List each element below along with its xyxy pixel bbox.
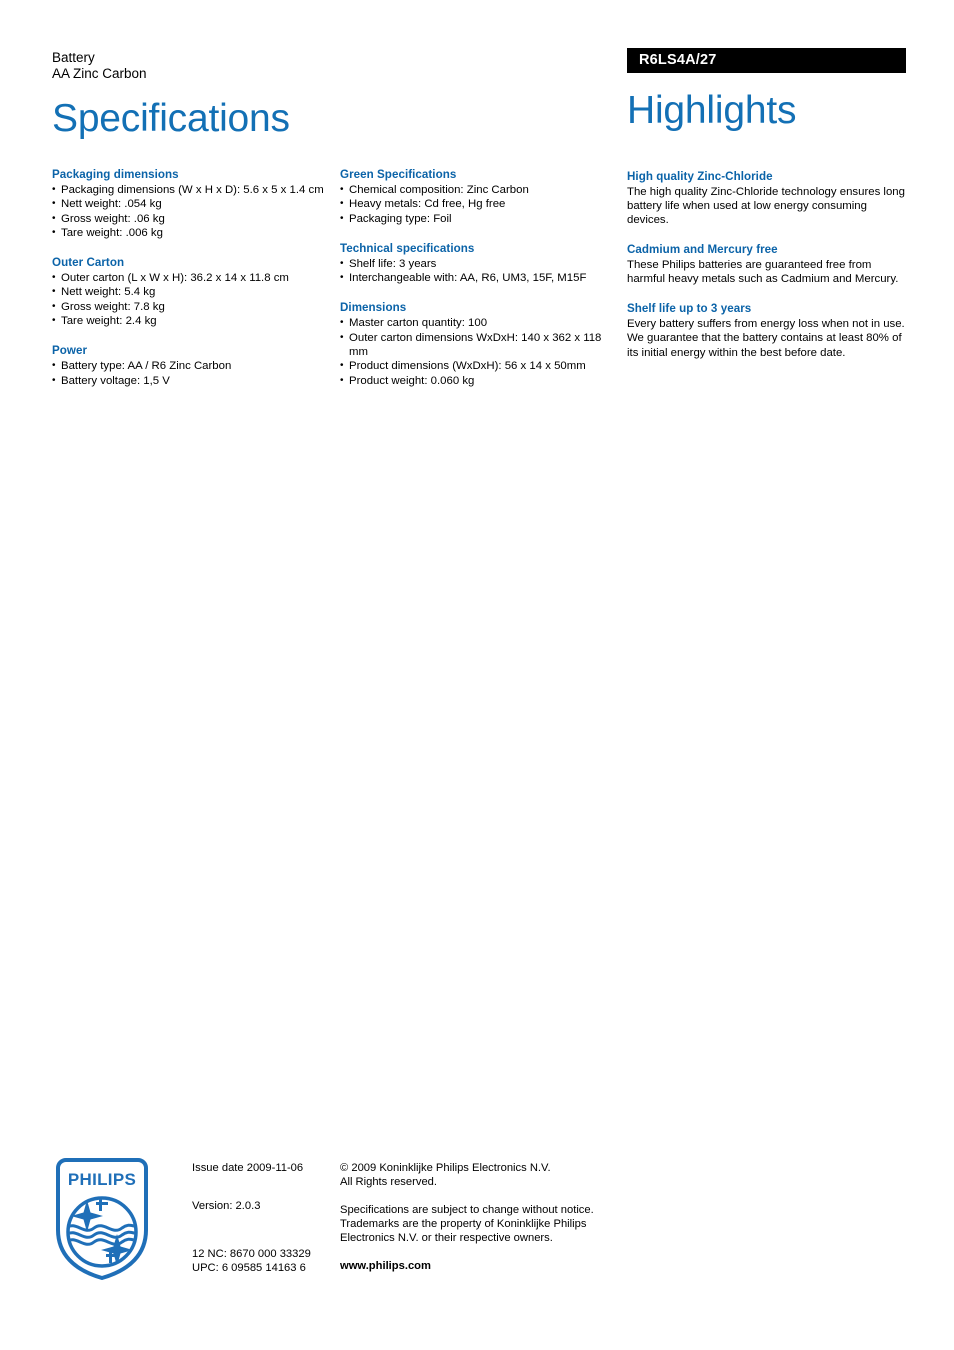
- list-item: Shelf life: 3 years: [340, 257, 615, 272]
- list-item: Nett weight: 5.4 kg: [52, 285, 327, 300]
- spec-section-power: Power Battery type: AA / R6 Zinc Carbon …: [52, 344, 327, 388]
- issue-date: Issue date 2009-11-06: [192, 1162, 304, 1174]
- website-link[interactable]: www.philips.com: [340, 1259, 610, 1273]
- specification-sheet-page: Battery AA Zinc Carbon Specifications R6…: [0, 0, 954, 1350]
- highlight-title: Cadmium and Mercury free: [627, 243, 778, 257]
- section-title: Green Specifications: [340, 168, 457, 181]
- spec-item-list: Shelf life: 3 years Interchangeable with…: [340, 257, 615, 286]
- highlight-shelf-life-up-to-3-years: Shelf life up to 3 years Every battery s…: [627, 302, 907, 359]
- product-subtitle: AA Zinc Carbon: [52, 66, 147, 81]
- spec-section-technical-specifications: Technical specifications Shelf life: 3 y…: [340, 242, 615, 286]
- spec-section-packaging-dimensions: Packaging dimensions Packaging dimension…: [52, 168, 327, 240]
- spec-section-dimensions: Dimensions Master carton quantity: 100 O…: [340, 301, 615, 389]
- wave-line-2: [69, 1230, 135, 1239]
- version: Version: 2.0.3: [192, 1200, 261, 1212]
- philips-logo: PHILIPS: [54, 1158, 150, 1281]
- list-item: Outer carton (L x W x H): 36.2 x 14 x 11…: [52, 271, 327, 286]
- spec-item-list: Chemical composition: Zinc Carbon Heavy …: [340, 183, 615, 226]
- upc-code: UPC: 6 09585 14163 6: [192, 1262, 306, 1274]
- footer-meta-column: Issue date 2009-11-06 Version: 2.0.3 12 …: [192, 1161, 332, 1275]
- highlight-body: Every battery suffers from energy loss w…: [627, 317, 905, 359]
- section-title: Packaging dimensions: [52, 168, 179, 181]
- list-item: Product dimensions (WxDxH): 56 x 14 x 50…: [340, 359, 615, 374]
- footer: PHILIPS Issue date 2009-11-06 Version: 2…: [0, 1155, 954, 1295]
- highlight-high-quality-zinc-chloride: High quality Zinc-Chloride The high qual…: [627, 170, 907, 227]
- highlight-cadmium-and-mercury-free: Cadmium and Mercury free These Philips b…: [627, 243, 907, 286]
- list-item: Tare weight: 2.4 kg: [52, 314, 327, 329]
- copyright-line-2: All Rights reserved.: [340, 1176, 437, 1188]
- footer-legal-column: © 2009 Koninklijke Philips Electronics N…: [340, 1161, 610, 1273]
- list-item: Master carton quantity: 100: [340, 316, 615, 331]
- philips-shield-icon: PHILIPS: [56, 1158, 148, 1281]
- list-item: Outer carton dimensions WxDxH: 140 x 362…: [340, 331, 615, 360]
- page-title-specifications: Specifications: [52, 97, 290, 140]
- spec-column-1: Packaging dimensions Packaging dimension…: [52, 168, 327, 388]
- wave-line-1: [69, 1223, 135, 1232]
- list-item: Battery voltage: 1,5 V: [52, 374, 327, 389]
- list-item: Gross weight: .06 kg: [52, 212, 327, 227]
- spec-item-list: Battery type: AA / R6 Zinc Carbon Batter…: [52, 359, 327, 388]
- page-title-highlights: Highlights: [627, 89, 797, 132]
- spec-section-green-specifications: Green Specifications Chemical compositio…: [340, 168, 615, 226]
- nc-code: 12 NC: 8670 000 33329: [192, 1248, 311, 1260]
- list-item: Tare weight: .006 kg: [52, 226, 327, 241]
- list-item: Chemical composition: Zinc Carbon: [340, 183, 615, 198]
- philips-wordmark: PHILIPS: [68, 1170, 136, 1189]
- list-item: Battery type: AA / R6 Zinc Carbon: [52, 359, 327, 374]
- list-item: Nett weight: .054 kg: [52, 197, 327, 212]
- highlights-column: High quality Zinc-Chloride The high qual…: [627, 170, 907, 376]
- spec-item-list: Outer carton (L x W x H): 36.2 x 14 x 11…: [52, 271, 327, 328]
- highlight-title: Shelf life up to 3 years: [627, 302, 752, 316]
- disclaimer-text: Specifications are subject to change wit…: [340, 1204, 594, 1244]
- spec-column-2: Green Specifications Chemical compositio…: [340, 168, 615, 388]
- list-item: Heavy metals: Cd free, Hg free: [340, 197, 615, 212]
- list-item: Gross weight: 7.8 kg: [52, 300, 327, 315]
- header-left: Battery AA Zinc Carbon Specifications: [52, 50, 592, 141]
- section-title: Technical specifications: [340, 241, 475, 255]
- list-item: Packaging type: Foil: [340, 212, 615, 227]
- spec-section-outer-carton: Outer Carton Outer carton (L x W x H): 3…: [52, 256, 327, 328]
- product-code-badge: R6LS4A/27: [627, 48, 906, 73]
- header-right: R6LS4A/27 Highlights: [627, 48, 906, 133]
- wave-line-3: [69, 1237, 135, 1246]
- spec-item-list: Master carton quantity: 100 Outer carton…: [340, 316, 615, 389]
- section-title: Outer Carton: [52, 256, 125, 270]
- product-category: Battery: [52, 50, 95, 65]
- section-title: Dimensions: [340, 301, 407, 315]
- highlight-body: The high quality Zinc-Chloride technolog…: [627, 185, 905, 227]
- copyright-line-1: © 2009 Koninklijke Philips Electronics N…: [340, 1162, 551, 1174]
- list-item: Packaging dimensions (W x H x D): 5.6 x …: [52, 183, 327, 198]
- highlight-body: These Philips batteries are guaranteed f…: [627, 258, 899, 286]
- section-title: Power: [52, 344, 88, 358]
- list-item: Interchangeable with: AA, R6, UM3, 15F, …: [340, 271, 615, 286]
- list-item: Product weight: 0.060 kg: [340, 374, 615, 389]
- highlight-title: High quality Zinc-Chloride: [627, 170, 773, 183]
- spec-item-list: Packaging dimensions (W x H x D): 5.6 x …: [52, 183, 327, 240]
